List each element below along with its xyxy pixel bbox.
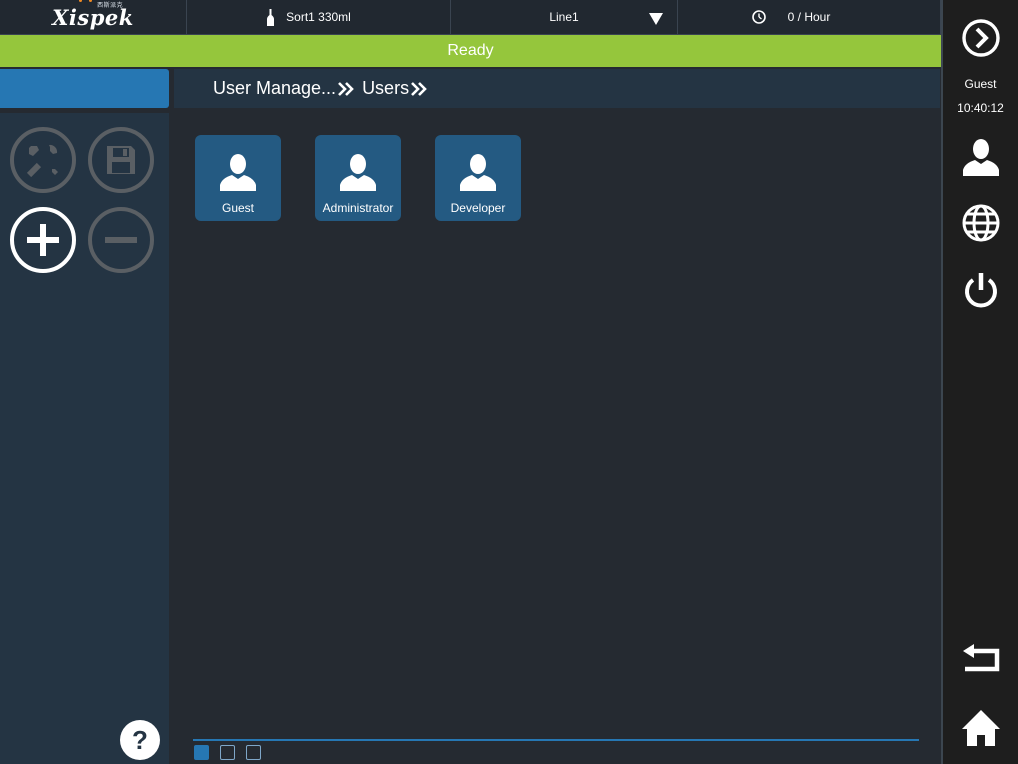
breadcrumb-item-users[interactable]: Users [362, 78, 427, 99]
help-button[interactable]: ? [120, 720, 160, 760]
pager-divider [193, 739, 919, 741]
minus-icon [105, 237, 137, 243]
page-indicator-2[interactable] [220, 745, 235, 760]
rate-display: 0 / Hour [678, 0, 941, 35]
remove-button[interactable] [88, 207, 154, 273]
plus-icon [27, 224, 59, 256]
xispek-logo: 西斯派克 Xispek [52, 0, 134, 30]
save-button[interactable] [88, 127, 154, 193]
logo-cell: 西斯派克 Xispek [0, 0, 187, 35]
breadcrumb-label: User Manage... [213, 78, 337, 98]
help-icon: ? [132, 724, 148, 755]
status-bar: Ready [0, 35, 941, 67]
user-card-administrator[interactable]: Administrator [315, 135, 401, 221]
product-selector[interactable]: Sort1 330ml [187, 0, 451, 35]
user-card-developer[interactable]: Developer [435, 135, 521, 221]
home-icon[interactable] [961, 708, 1001, 748]
breadcrumb: User Manage... Users [174, 69, 940, 108]
user-icon[interactable] [961, 137, 1001, 177]
users-content: Guest Administrator Developer [174, 113, 940, 764]
logo-dots-icon [79, 0, 93, 3]
user-card-label: Guest [221, 201, 254, 215]
user-card-label: Developer [450, 201, 506, 215]
line-label: Line1 [549, 10, 579, 24]
double-chevron-icon [411, 81, 427, 96]
user-card-guest[interactable]: Guest [195, 135, 281, 221]
bottle-icon [267, 9, 274, 26]
breadcrumb-label: Users [362, 78, 410, 98]
save-icon [107, 146, 135, 174]
rate-label: 0 / Hour [787, 10, 831, 24]
status-text: Ready [447, 42, 494, 59]
tools-icon [26, 144, 58, 178]
user-icon [220, 154, 256, 191]
user-icon [340, 154, 376, 191]
user-icon [460, 154, 496, 191]
current-user: Guest [964, 77, 997, 91]
clock-icon [752, 10, 766, 24]
page-indicator-1[interactable] [194, 745, 209, 760]
tools-button[interactable] [10, 127, 76, 193]
power-icon[interactable] [961, 270, 1001, 310]
left-panel-tab[interactable] [0, 69, 169, 108]
add-button[interactable] [10, 207, 76, 273]
globe-icon[interactable] [961, 203, 1001, 243]
back-icon[interactable] [961, 640, 1001, 680]
user-card-label: Administrator [322, 201, 394, 215]
line-selector[interactable]: Line1 [451, 0, 678, 35]
forward-icon[interactable] [961, 18, 1001, 58]
product-label: Sort1 330ml [286, 10, 351, 24]
double-chevron-icon [338, 81, 354, 96]
app-window: 西斯派克 Xispek Sort1 330ml Line1 0 / Hour R… [0, 0, 1018, 764]
clock-time: 10:40:12 [957, 101, 1004, 115]
dropdown-arrow-icon[interactable] [649, 13, 663, 25]
page-indicator-3[interactable] [246, 745, 261, 760]
logo-subtitle: 西斯派克 [97, 1, 124, 9]
right-sidebar: Guest 10:40:12 [943, 0, 1018, 764]
top-bar: 西斯派克 Xispek Sort1 330ml Line1 0 / Hour [0, 0, 941, 35]
breadcrumb-item-user-manage[interactable]: User Manage... [213, 78, 354, 99]
